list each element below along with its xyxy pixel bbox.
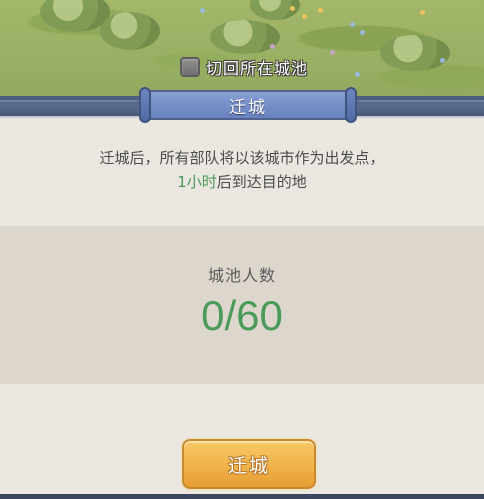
- move-city-button-label: 迁城: [227, 454, 270, 477]
- description-line-1: 迁城后，所有部队将以该城市作为出发点，: [99, 149, 385, 167]
- return-to-city-label: 切回所在城池: [206, 59, 309, 78]
- move-city-button[interactable]: 迁城: [182, 439, 316, 489]
- population-label: 城池人数: [207, 266, 276, 285]
- flower-decoration: [355, 72, 360, 77]
- population-value: 0/60: [201, 292, 283, 339]
- description-line-2-rest: 后到达目的地: [216, 173, 307, 191]
- dialog-title-ribbon: 迁城: [139, 87, 357, 123]
- flower-decoration: [200, 8, 205, 13]
- travel-time-highlight: 1小时: [177, 173, 217, 191]
- bush-decoration: [210, 20, 280, 54]
- return-to-city-checkbox[interactable]: [180, 57, 200, 77]
- move-city-description: 迁城后，所有部队将以该城市作为出发点， 1小时后到达目的地: [0, 146, 484, 194]
- flower-decoration: [360, 30, 365, 35]
- flower-decoration: [440, 58, 445, 63]
- description-line-2: 1小时后到达目的地: [0, 170, 484, 194]
- flower-decoration: [290, 6, 295, 11]
- dialog-title: 迁城: [229, 97, 267, 118]
- flower-decoration: [330, 50, 335, 55]
- flower-decoration: [318, 8, 323, 13]
- bush-decoration: [100, 12, 160, 50]
- flower-decoration: [270, 44, 275, 49]
- bush-decoration: [380, 35, 450, 71]
- flower-decoration: [420, 10, 425, 15]
- flower-decoration: [350, 22, 355, 27]
- return-to-city-toggle[interactable]: 切回所在城池: [180, 56, 308, 78]
- flower-decoration: [302, 14, 307, 19]
- dialog-bottom-border: [0, 494, 484, 499]
- population-panel: 城池人数 0/60: [0, 226, 484, 384]
